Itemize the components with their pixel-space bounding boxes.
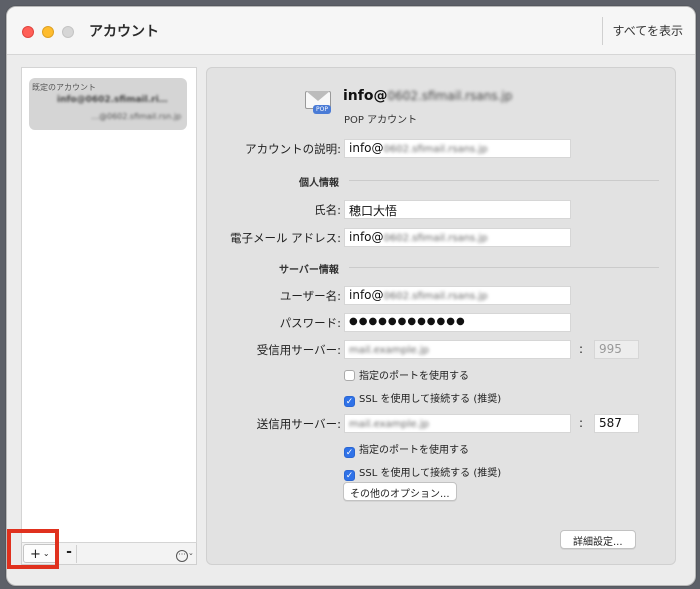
incoming-server-label: 受信用サーバー: [256, 343, 341, 357]
account-email-domain: 0602.sfimail.rsans.jp [387, 89, 513, 103]
outgoing-use-port-checkbox[interactable]: ✓ 指定のポートを使用する [344, 441, 469, 458]
outgoing-server-field[interactable]: mail.example.jp [344, 414, 571, 433]
incoming-ssl-label: SSL を使用して接続する (推奨) [359, 394, 502, 405]
email-domain: 0602.sfimail.rsans.jp [383, 233, 488, 244]
description-label: アカウントの説明: [245, 142, 341, 156]
incoming-server-field[interactable]: mail.example.jp [344, 340, 571, 359]
accounts-window: アカウント すべてを表示 既定のアカウント info@0602.sfimail.… [6, 6, 696, 586]
incoming-use-port-label: 指定のポートを使用する [359, 371, 469, 382]
checkmark-icon: ✓ [344, 447, 355, 458]
outgoing-ssl-checkbox[interactable]: ✓ SSL を使用して接続する (推奨) [344, 464, 501, 481]
account-list: 既定のアカウント info@0602.sfimail.ri… …@0602.sf… [21, 67, 197, 543]
incoming-ssl-checkbox[interactable]: ✓ SSL を使用して接続する (推奨) [344, 390, 501, 407]
password-label: パスワード: [279, 316, 341, 330]
titlebar: アカウント すべてを表示 [7, 7, 695, 55]
account-email-heading: info@0602.sfimail.rsans.jp [343, 88, 512, 104]
outgoing-port-colon: : [579, 416, 584, 430]
outgoing-server-label: 送信用サーバー: [256, 417, 341, 431]
personal-info-header: 個人情報 [299, 178, 339, 189]
password-field[interactable]: ●●●●●●●●●●●● [344, 313, 571, 332]
username-domain: 0602.sfimail.rsans.jp [383, 291, 488, 302]
checkbox-icon [344, 370, 355, 381]
pop-badge-icon: POP [313, 105, 331, 114]
name-field[interactable]: 穂口大悟 [344, 200, 571, 219]
other-options-button[interactable]: その他のオプション... [343, 482, 457, 501]
account-email-prefix: info@ [343, 88, 388, 104]
checkmark-icon: ✓ [344, 470, 355, 481]
incoming-port-field[interactable]: 995 [594, 340, 639, 359]
toolbar-divider [76, 545, 77, 563]
advanced-settings-button[interactable]: 詳細設定... [560, 530, 636, 549]
email-field[interactable]: info@0602.sfimail.rsans.jp [344, 228, 571, 247]
username-label: ユーザー名: [279, 289, 341, 303]
account-details-panel: POP info@0602.sfimail.rsans.jp POP アカウント… [206, 67, 676, 565]
username-field[interactable]: info@0602.sfimail.rsans.jp [344, 286, 571, 305]
outgoing-server-value: mail.example.jp [349, 419, 429, 430]
account-item-address: …@0602.sfimail.rsn.jp [91, 112, 182, 121]
description-prefix: info@ [349, 141, 384, 155]
name-label: 氏名: [314, 203, 341, 217]
username-prefix: info@ [349, 288, 384, 302]
description-field[interactable]: info@0602.sfimail.rsans.jp [344, 139, 571, 158]
outgoing-port-field[interactable]: 587 [594, 414, 639, 433]
server-info-divider [349, 267, 659, 268]
incoming-port-colon: : [579, 342, 584, 356]
outgoing-ssl-label: SSL を使用して接続する (推奨) [359, 468, 502, 479]
account-type: POP アカウント [344, 115, 418, 126]
show-all-button[interactable]: すべてを表示 [601, 17, 695, 45]
account-actions-button[interactable]: ··· ⌄ [176, 545, 196, 562]
add-button-highlight [7, 529, 59, 569]
incoming-server-value: mail.example.jp [349, 345, 429, 356]
account-list-item[interactable]: 既定のアカウント info@0602.sfimail.ri… …@0602.sf… [29, 78, 187, 130]
chevron-down-icon: ⌄ [188, 549, 194, 557]
personal-info-divider [349, 180, 659, 181]
outgoing-use-port-label: 指定のポートを使用する [359, 445, 469, 456]
email-prefix: info@ [349, 230, 384, 244]
zoom-window-button[interactable] [62, 26, 74, 38]
default-account-header: 既定のアカウント [32, 83, 96, 92]
email-label: 電子メール アドレス: [229, 231, 341, 245]
description-domain: 0602.sfimail.rsans.jp [383, 144, 488, 155]
remove-account-button[interactable]: - [62, 544, 76, 563]
account-item-name: info@0602.sfimail.ri… [57, 95, 168, 105]
window-title: アカウント [89, 24, 159, 40]
checkmark-icon: ✓ [344, 396, 355, 407]
minimize-window-button[interactable] [42, 26, 54, 38]
ellipsis-circle-icon: ··· [176, 550, 188, 562]
close-window-button[interactable] [22, 26, 34, 38]
incoming-use-port-checkbox[interactable]: 指定のポートを使用する [344, 367, 469, 382]
server-info-header: サーバー情報 [279, 265, 339, 276]
